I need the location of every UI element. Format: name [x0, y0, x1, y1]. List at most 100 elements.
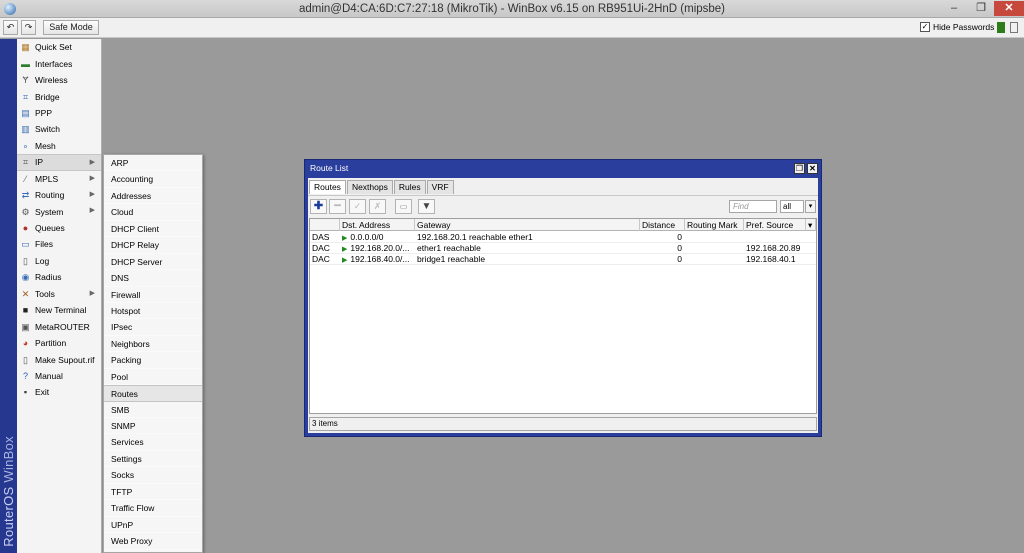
menu-item-ip[interactable]: ⌗ IP ▶ — [17, 154, 101, 171]
route-active-icon: ▶ — [342, 257, 348, 264]
redo-button[interactable]: ↷ — [21, 20, 36, 35]
comment-icon[interactable]: ▭ — [395, 199, 412, 214]
tab-nexthops[interactable]: Nexthops — [346, 180, 393, 194]
column-header-dst-address[interactable]: Dst. Address — [340, 219, 415, 231]
table-row[interactable]: DAS ▶ 0.0.0.0/0 192.168.20.1 reachable ethe… — [310, 232, 816, 243]
submenu-item-traffic-flow[interactable]: Traffic Flow — [104, 500, 202, 517]
menu-item-system[interactable]: ⚙ System ▶ — [17, 203, 101, 219]
menu-item-routing[interactable]: ⇄ Routing ▶ — [17, 187, 101, 203]
menu-item-tools[interactable]: ✕ Tools ▶ — [17, 286, 101, 302]
tab-routes[interactable]: Routes — [309, 180, 346, 194]
submenu-item-web-proxy[interactable]: Web Proxy — [104, 533, 202, 550]
menu-item-wireless[interactable]: Ɏ Wireless — [17, 72, 101, 88]
menu-item-make-supout-rif[interactable]: ▯ Make Supout.rif — [17, 351, 101, 367]
submenu-item-routes[interactable]: Routes — [104, 385, 202, 402]
minimize-button[interactable]: ‒ — [940, 1, 968, 16]
column-header-flags[interactable] — [310, 219, 340, 231]
route-list-close-button[interactable]: ✕ — [807, 163, 818, 174]
menu-item-radius[interactable]: ◉ Radius — [17, 269, 101, 285]
menu-item-label: Log — [35, 255, 50, 266]
hide-passwords-toggle[interactable]: ✓ Hide Passwords — [920, 22, 994, 32]
menu-item-partition[interactable]: ◕ Partition — [17, 335, 101, 351]
submenu-arrow-icon: ▶ — [89, 159, 95, 167]
filter-dropdown-icon[interactable]: ▾ — [805, 200, 816, 213]
submenu-item-services[interactable]: Services — [104, 434, 202, 451]
submenu-item-socks[interactable]: Socks — [104, 467, 202, 484]
remove-icon[interactable]: ━ — [329, 199, 346, 214]
submenu-item-tftp[interactable]: TFTP — [104, 484, 202, 501]
menu-item-switch[interactable]: ▥ Switch — [17, 121, 101, 137]
menu-item-log[interactable]: ▯ Log — [17, 253, 101, 269]
menu-item-mesh[interactable]: ∘ Mesh — [17, 138, 101, 154]
submenu-item-ipsec[interactable]: IPsec — [104, 319, 202, 336]
find-input[interactable]: Find — [729, 200, 777, 213]
dst-address-text: 0.0.0.0/0 — [350, 232, 384, 242]
table-row[interactable]: DAC ▶ 192.168.20.0/... ether1 reachable 0 192… — [310, 243, 816, 254]
submenu-item-dns[interactable]: DNS — [104, 270, 202, 287]
menu-item-label: PPP — [35, 107, 53, 118]
safe-mode-button[interactable]: Safe Mode — [43, 20, 99, 35]
cell-dst: ▶ 0.0.0.0/0 — [340, 232, 415, 243]
route-active-icon: ▶ — [342, 235, 348, 242]
submenu-item-settings[interactable]: Settings — [104, 451, 202, 468]
menu-item-exit[interactable]: ▪ Exit — [17, 384, 101, 400]
table-row[interactable]: DAC ▶ 192.168.40.0/... bridge1 reachable 0 19… — [310, 254, 816, 265]
submenu-item-firewall[interactable]: Firewall — [104, 287, 202, 303]
submenu-item-upnp[interactable]: UPnP — [104, 517, 202, 534]
menu-item-interfaces[interactable]: ▬ Interfaces — [17, 55, 101, 71]
menu-item-mpls[interactable]: ⁄ MPLS ▶ — [17, 171, 101, 187]
main-menu: ▦ Quick Set ▬ Interfaces Ɏ Wireless ⌗ Bridge ▤ PP… — [17, 39, 102, 553]
menu-item-queues[interactable]: ● Queues — [17, 220, 101, 236]
submenu-item-pool[interactable]: Pool — [104, 369, 202, 386]
submenu-item-snmp[interactable]: SNMP — [104, 418, 202, 435]
tab-vrf[interactable]: VRF — [426, 180, 454, 194]
submenu-item-neighbors[interactable]: Neighbors — [104, 336, 202, 353]
submenu-item-accounting[interactable]: Accounting — [104, 171, 202, 188]
filter-icon[interactable]: ▼ — [418, 199, 435, 214]
menu-item-label: Tools — [35, 288, 55, 299]
hide-passwords-label: Hide Passwords — [933, 22, 995, 32]
radius-icon: ◉ — [21, 272, 30, 283]
submenu-item-dhcp-client[interactable]: DHCP Client — [104, 221, 202, 238]
column-header-[interactable]: ▾ — [806, 219, 816, 231]
menu-item-manual[interactable]: ? Manual — [17, 368, 101, 384]
submenu-arrow-icon: ▶ — [89, 289, 95, 297]
submenu-item-dhcp-server[interactable]: DHCP Server — [104, 254, 202, 271]
route-list-tabs: Routes Nexthops Rules VRF — [309, 180, 455, 194]
menu-item-label: Manual — [35, 370, 63, 381]
menu-item-files[interactable]: ▭ Files — [17, 236, 101, 252]
column-header-routing-mark[interactable]: Routing Mark — [685, 219, 744, 231]
close-button[interactable]: ✕ — [994, 1, 1024, 16]
submenu-item-arp[interactable]: ARP — [104, 155, 202, 172]
disable-icon[interactable]: ✗ — [369, 199, 386, 214]
submenu-item-hotspot[interactable]: Hotspot — [104, 303, 202, 320]
submenu-item-dhcp-relay[interactable]: DHCP Relay — [104, 237, 202, 254]
submenu-item-cloud[interactable]: Cloud — [104, 204, 202, 221]
routing-icon: ⇄ — [21, 190, 30, 201]
maximize-button[interactable]: ❐ — [967, 1, 995, 16]
menu-item-metarouter[interactable]: ▣ MetaROUTER — [17, 318, 101, 334]
hide-passwords-checkbox[interactable]: ✓ — [920, 22, 930, 32]
route-list-title[interactable]: Route List — [305, 160, 821, 177]
route-active-icon: ▶ — [342, 246, 348, 253]
cell-distance: 0 — [677, 254, 682, 264]
menu-item-bridge[interactable]: ⌗ Bridge — [17, 88, 101, 104]
menu-item-label: Switch — [35, 124, 61, 135]
menu-item-quick-set[interactable]: ▦ Quick Set — [17, 39, 101, 55]
enable-icon[interactable]: ✓ — [349, 199, 366, 214]
menu-item-new-terminal[interactable]: ■ New Terminal — [17, 302, 101, 318]
tab-rules[interactable]: Rules — [393, 180, 426, 194]
route-list-restore-button[interactable]: ❐ — [794, 163, 805, 174]
menu-item-ppp[interactable]: ▤ PPP — [17, 105, 101, 121]
submenu-item-addresses[interactable]: Addresses — [104, 188, 202, 205]
column-header-pref-source[interactable]: Pref. Source — [744, 219, 806, 231]
add-icon[interactable]: ✚ — [310, 199, 327, 214]
submenu-item-packing[interactable]: Packing — [104, 352, 202, 369]
column-header-distance[interactable]: Distance — [640, 219, 685, 231]
undo-button[interactable]: ↶ — [3, 20, 18, 35]
filter-select[interactable]: all — [780, 200, 804, 213]
submenu-item-smb[interactable]: SMB — [104, 402, 202, 418]
column-header-gateway[interactable]: Gateway — [415, 219, 640, 231]
cell-pref-source: 192.168.20.89 — [746, 243, 801, 253]
interfaces-icon: ▬ — [21, 58, 30, 69]
